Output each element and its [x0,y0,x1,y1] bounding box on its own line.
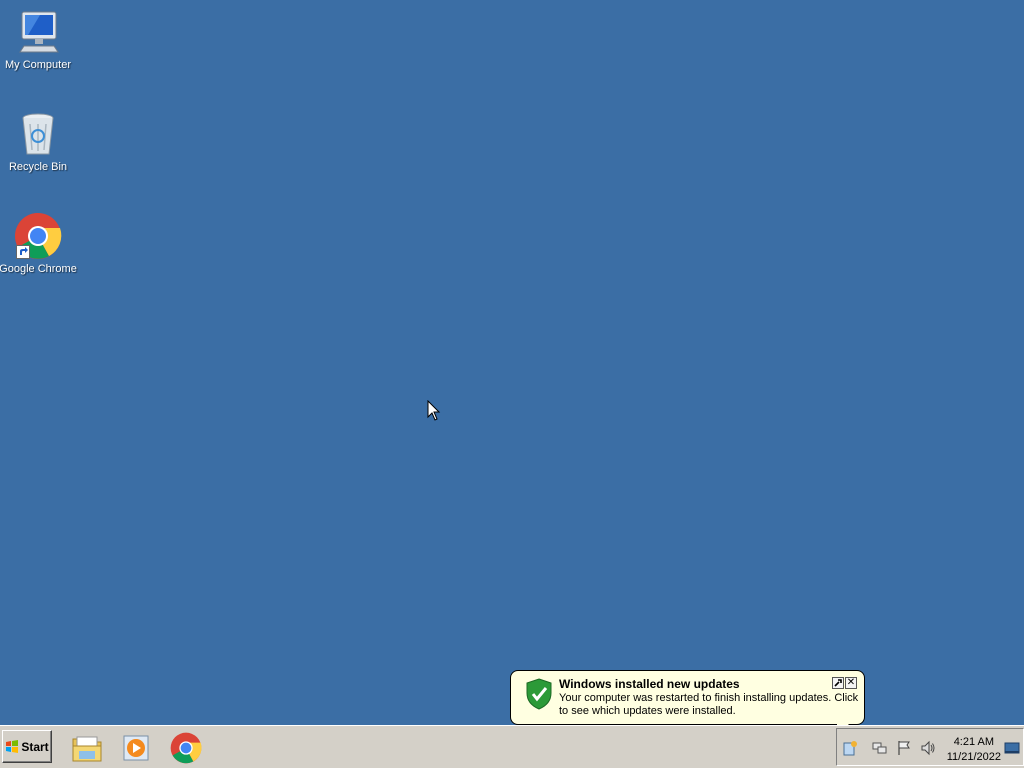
windows-update-icon [843,741,857,756]
taskbar: Start 4:21 AM 11/21/2022 [0,725,1024,768]
notification-body[interactable]: Your computer was restarted to finish in… [559,692,859,718]
taskbar-file-explorer[interactable] [70,732,104,764]
action-center-flag-icon [898,741,910,755]
clock-time: 4:21 AM [953,736,995,748]
taskbar-media-player[interactable] [119,732,153,764]
windows-logo-icon [6,739,19,753]
show-desktop-icon [1004,742,1020,754]
show-desktop-button[interactable] [1003,739,1021,757]
volume-icon [921,740,935,756]
tray-windows-update[interactable] [841,739,859,757]
desktop-icon-label: My Computer [4,59,72,71]
wrench-icon [834,679,842,687]
desktop-icon-google-chrome[interactable]: Google Chrome [0,212,78,275]
taskbar-clock[interactable]: 4:21 AM 11/21/2022 [947,735,1001,765]
tray-action-center[interactable] [895,739,913,757]
desktop-icon-recycle-bin[interactable]: Recycle Bin [0,110,78,173]
update-notification-balloon[interactable]: Windows installed new updates Your compu… [510,670,865,737]
clock-date: 11/21/2022 [946,751,1001,763]
close-icon: ✕ [846,677,856,688]
tray-volume[interactable] [919,739,937,757]
recycle-bin-icon [14,110,62,158]
network-icon [872,742,887,754]
notification-title: Windows installed new updates [559,677,740,691]
notification-options-button[interactable] [832,677,844,689]
start-label: Start [21,739,49,754]
desktop-icon-label: Google Chrome [0,263,77,275]
tray-network[interactable] [871,739,889,757]
desktop[interactable]: My Computer Recycle Bin Google Chrome [0,0,1024,725]
computer-icon [14,8,62,56]
shortcut-arrow-icon [16,245,30,259]
taskbar-chrome[interactable] [169,732,203,764]
chrome-icon [14,212,62,260]
file-explorer-icon [72,736,102,762]
media-player-icon [123,735,149,761]
desktop-icon-label: Recycle Bin [8,161,68,173]
system-tray: 4:21 AM 11/21/2022 [836,728,1024,766]
desktop-icon-my-computer[interactable]: My Computer [0,8,78,71]
notification-close-button[interactable]: ✕ [845,677,857,689]
shield-check-icon [526,678,552,710]
start-button[interactable]: Start [2,730,52,763]
chrome-icon [170,732,202,764]
mouse-cursor-icon [427,400,441,421]
